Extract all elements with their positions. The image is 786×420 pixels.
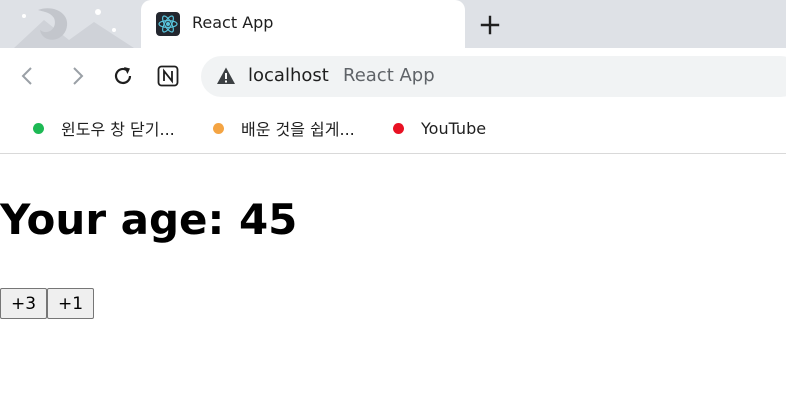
warning-triangle-icon[interactable] xyxy=(216,66,236,86)
react-logo-icon xyxy=(156,12,180,36)
reload-button[interactable] xyxy=(107,60,139,92)
tabstrip-decoration-icon xyxy=(14,8,134,48)
url-page-title: React App xyxy=(343,65,435,86)
bookmark-label: 배운 것을 쉽게... xyxy=(241,120,355,139)
button-row: +3 +1 xyxy=(0,288,94,319)
add-one-button[interactable]: +1 xyxy=(47,288,94,319)
reload-icon xyxy=(114,67,132,85)
arrow-left-icon xyxy=(21,67,32,85)
notion-extension-button[interactable] xyxy=(152,60,184,92)
bookmark-favicon-icon xyxy=(213,122,224,134)
browser-toolbar: localhost React App xyxy=(0,48,786,104)
bookmark-item[interactable]: 배운 것을 쉽게... xyxy=(213,116,355,140)
age-heading: Your age: 45 xyxy=(0,195,298,244)
back-button[interactable] xyxy=(12,60,44,92)
bookmark-favicon-icon xyxy=(33,122,44,134)
bookmark-label: YouTube xyxy=(421,118,487,138)
bookmarks-bar: 윈도우 창 닫기... 배운 것을 쉽게... YouTube xyxy=(0,104,786,154)
bookmark-item[interactable]: 윈도우 창 닫기... xyxy=(33,116,175,140)
plus-icon xyxy=(480,15,500,35)
tab-title: React App xyxy=(192,13,274,32)
forward-button[interactable] xyxy=(61,60,93,92)
url-host: localhost xyxy=(248,65,329,86)
bookmark-label: 윈도우 창 닫기... xyxy=(61,120,175,139)
tab-react-app[interactable]: React App xyxy=(141,0,465,48)
tab-strip: React App xyxy=(0,0,786,48)
arrow-right-icon xyxy=(73,67,84,85)
add-three-button[interactable]: +3 xyxy=(0,288,47,319)
bookmark-youtube[interactable]: YouTube xyxy=(393,116,486,140)
youtube-favicon-icon xyxy=(393,122,404,134)
address-bar[interactable]: localhost React App xyxy=(201,56,786,97)
notion-icon xyxy=(157,65,179,87)
new-tab-button[interactable] xyxy=(474,9,506,41)
page-content: Your age: 45 +3 +1 xyxy=(0,154,786,420)
